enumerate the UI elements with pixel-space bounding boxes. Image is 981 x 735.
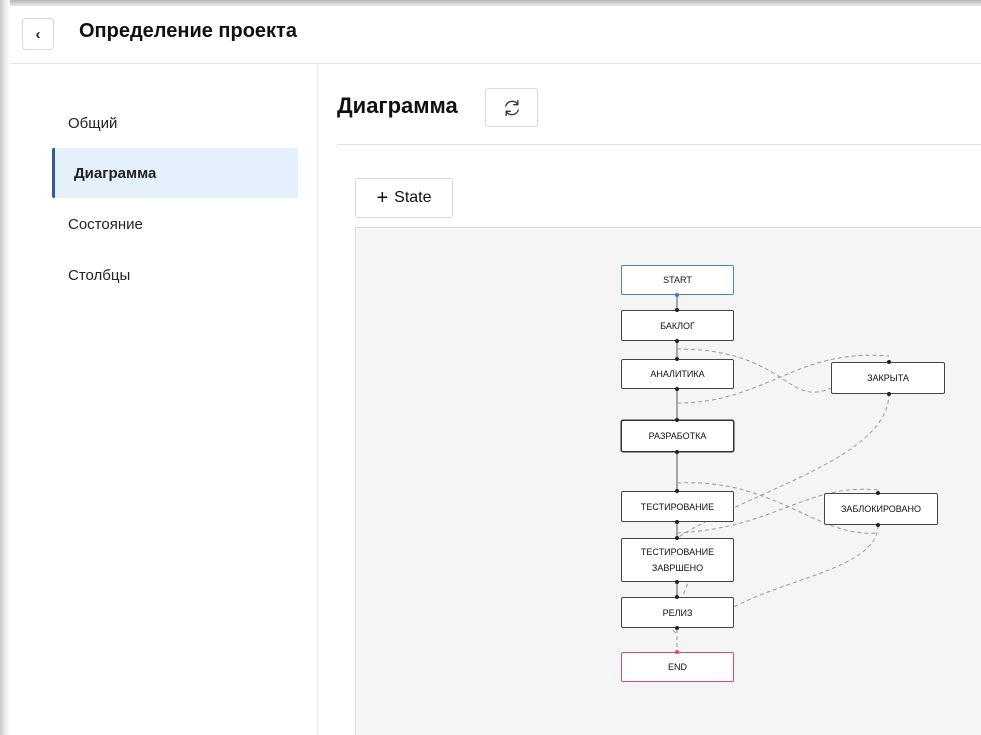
node-testing-done[interactable]: ТЕСТИРОВАНИЕ ЗАВРШЕНО (621, 538, 734, 582)
node-end[interactable]: END (621, 652, 734, 682)
plus-icon: + (376, 187, 389, 209)
chevron-left-icon: ‹ (35, 25, 41, 43)
port-dot[interactable] (675, 650, 679, 654)
port-dot[interactable] (675, 418, 679, 422)
port-dot[interactable] (876, 491, 880, 495)
node-testing[interactable]: ТЕСТИРОВАНИЕ (621, 491, 734, 522)
port-dot[interactable] (675, 536, 679, 540)
port-dot[interactable] (675, 520, 679, 524)
port-dot[interactable] (675, 357, 679, 361)
port-dot[interactable] (675, 339, 679, 343)
back-button[interactable]: ‹ (22, 18, 54, 50)
window-frame-left (0, 0, 10, 735)
sidebar-item-diagram[interactable]: Диаграмма (52, 148, 298, 198)
port-dot[interactable] (876, 523, 880, 527)
node-closed[interactable]: ЗАКРЫТА (831, 362, 945, 394)
section-title: Диаграмма (337, 93, 458, 118)
sidebar-item-columns[interactable]: Столбцы (52, 250, 298, 300)
page-header: ‹ Определение проекта (10, 6, 981, 64)
port-dot[interactable] (675, 293, 679, 297)
port-dot[interactable] (887, 392, 891, 396)
port-dot[interactable] (887, 360, 891, 364)
sidebar-item-state[interactable]: Состояние (52, 199, 298, 249)
node-development[interactable]: РАЗРАБОТКА (621, 420, 734, 452)
add-state-button[interactable]: + State (355, 178, 453, 218)
section-divider (337, 144, 981, 145)
port-dot[interactable] (675, 387, 679, 391)
port-dot[interactable] (675, 595, 679, 599)
sidebar: Общий Диаграмма Состояние Столбцы (10, 64, 318, 735)
edge-blocked-release (731, 524, 879, 609)
node-blocked[interactable]: ЗАБЛОКИРОВАНО (824, 493, 938, 525)
port-dot[interactable] (675, 308, 679, 312)
node-release[interactable]: РЕЛИЗ (621, 597, 734, 628)
sidebar-item-general[interactable]: Общий (52, 98, 298, 148)
port-dot[interactable] (675, 626, 679, 630)
node-backlog[interactable]: БАКЛОГ (621, 310, 734, 341)
port-dot[interactable] (675, 489, 679, 493)
node-start[interactable]: START (621, 265, 734, 295)
port-dot[interactable] (675, 580, 679, 584)
refresh-button[interactable] (485, 88, 538, 127)
add-state-label: State (394, 189, 432, 206)
page-title: Определение проекта (79, 20, 297, 42)
node-analytics[interactable]: АНАЛИТИКА (621, 359, 734, 389)
diagram-canvas[interactable]: START БАКЛОГ АНАЛИТИКА ЗАКРЫТА РАЗРАБОТК… (355, 227, 981, 735)
refresh-icon (504, 99, 519, 116)
port-dot[interactable] (675, 450, 679, 454)
